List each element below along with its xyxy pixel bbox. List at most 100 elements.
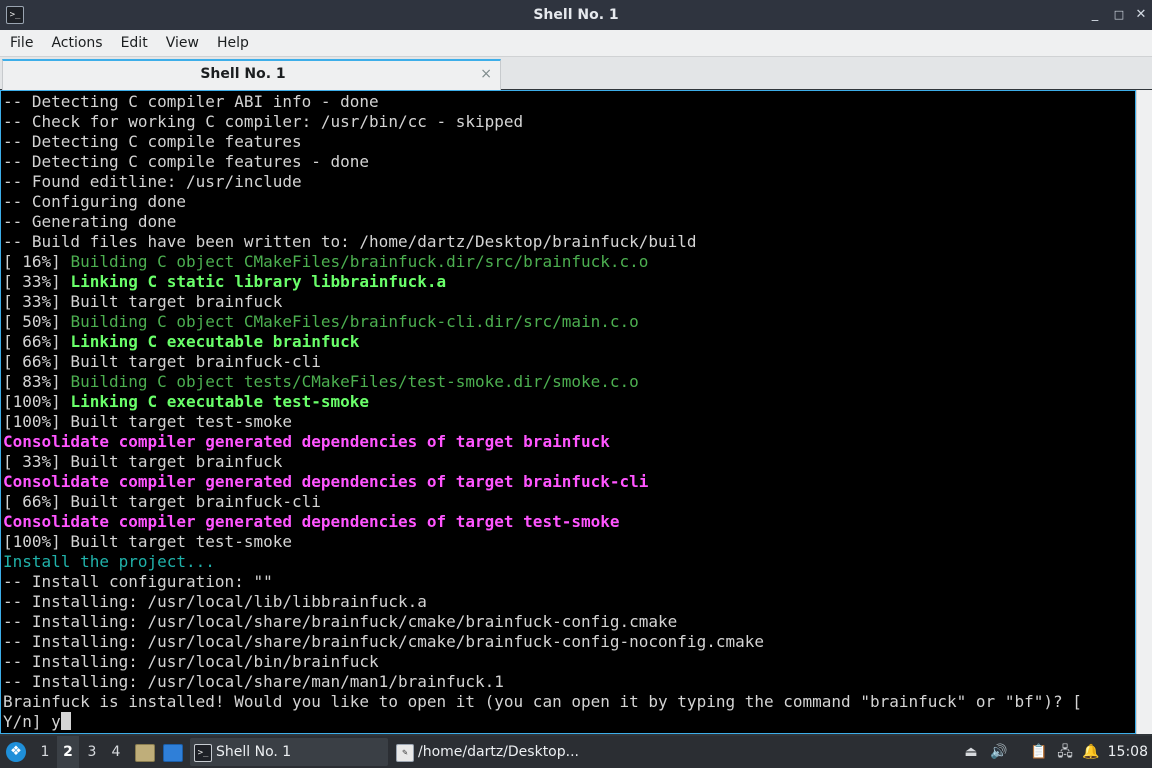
menu-view[interactable]: View [157, 30, 208, 56]
terminal-text: [ 50%] [3, 312, 71, 331]
workspace-4[interactable]: 4 [105, 736, 127, 768]
terminal-text: [ 66%] Built target brainfuck-cli [3, 492, 321, 511]
minimize-button[interactable]: _ [1086, 6, 1104, 24]
terminal-line: -- Detecting C compile features - done [3, 152, 1082, 172]
terminal-line: [ 33%] Built target brainfuck [3, 452, 1082, 472]
terminal-line: [ 66%] Linking C executable brainfuck [3, 332, 1082, 352]
menu-edit[interactable]: Edit [112, 30, 157, 56]
terminal-line: Consolidate compiler generated dependenc… [3, 472, 1082, 492]
terminal-text: -- Build files have been written to: /ho… [3, 232, 697, 251]
volume-icon[interactable]: 🔊 [990, 743, 1008, 761]
terminal-text: [100%] Built target test-smoke [3, 532, 292, 551]
workspace-3[interactable]: 3 [81, 736, 103, 768]
terminal-cursor [60, 712, 71, 730]
menu-bar: File Actions Edit View Help [0, 30, 1152, 57]
terminal-text: Linking C executable test-smoke [70, 392, 370, 411]
terminal-text: -- Installing: /usr/local/lib/libbrainfu… [3, 592, 427, 611]
window-title: Shell No. 1 [533, 7, 619, 23]
terminal-line: Consolidate compiler generated dependenc… [3, 432, 1082, 452]
terminal-text: [100%] Built target test-smoke [3, 412, 292, 431]
close-button[interactable]: ✕ [1132, 6, 1150, 24]
terminal-text: -- Check for working C compiler: /usr/bi… [3, 112, 524, 131]
terminal-text: -- Generating done [3, 212, 177, 231]
terminal-line: -- Build files have been written to: /ho… [3, 232, 1082, 252]
maximize-button[interactable]: □ [1110, 6, 1128, 24]
terminal-icon: >_ [194, 744, 212, 762]
terminal-text: Consolidate compiler generated dependenc… [3, 432, 610, 451]
menu-actions[interactable]: Actions [42, 30, 111, 56]
tab-shell-1[interactable]: Shell No. 1 × [2, 59, 501, 90]
terminal-text: -- Detecting C compile features - done [3, 152, 370, 171]
terminal-line: -- Detecting C compiler ABI info - done [3, 92, 1082, 112]
terminal-text: Y/n] y [3, 712, 61, 731]
terminal-text: -- Install configuration: "" [3, 572, 273, 591]
terminal-text: [ 16%] [3, 252, 71, 271]
workspace-2[interactable]: 2 [57, 736, 79, 768]
terminal-line: Consolidate compiler generated dependenc… [3, 512, 1082, 532]
terminal-text: -- Detecting C compiler ABI info - done [3, 92, 379, 111]
terminal-text: -- Installing: /usr/local/share/man/man1… [3, 672, 504, 691]
terminal-text: Consolidate compiler generated dependenc… [3, 472, 649, 491]
terminal-output[interactable]: -- Detecting C compiler ABI info - done -… [0, 90, 1136, 734]
terminal-line: Install the project... [3, 552, 1082, 572]
start-menu-icon[interactable]: ❖ [6, 742, 26, 762]
terminal-text: -- Configuring done [3, 192, 187, 211]
notifications-icon[interactable]: 🔔 [1082, 743, 1100, 761]
task-text-editor[interactable]: ✎ /home/dartz/Desktop... [392, 738, 590, 766]
terminal-line: -- Found editline: /usr/include [3, 172, 1082, 192]
terminal-line: Brainfuck is installed! Would you like t… [3, 692, 1082, 712]
terminal-line: [ 50%] Building C object CMakeFiles/brai… [3, 312, 1082, 332]
terminal-line: -- Installing: /usr/local/share/brainfuc… [3, 632, 1082, 652]
network-icon[interactable]: 🖧 [1056, 743, 1074, 761]
task-shell-no-1[interactable]: >_ Shell No. 1 [190, 738, 388, 766]
terminal-text: Building C object tests/CMakeFiles/test-… [70, 372, 639, 391]
terminal-line: -- Install configuration: "" [3, 572, 1082, 592]
workspace-1[interactable]: 1 [34, 736, 56, 768]
menu-file[interactable]: File [1, 30, 42, 56]
tab-bar: Shell No. 1 × [0, 57, 1152, 90]
terminal-text: -- Found editline: /usr/include [3, 172, 302, 191]
terminal-line: [100%] Built target test-smoke [3, 532, 1082, 552]
terminal-line: [ 66%] Built target brainfuck-cli [3, 352, 1082, 372]
tab-label: Shell No. 1 [200, 66, 286, 82]
terminal-text: Building C object CMakeFiles/brainfuck.d… [70, 252, 649, 271]
tab-close-icon[interactable]: × [480, 61, 492, 88]
menu-help[interactable]: Help [208, 30, 258, 56]
terminal-line: -- Detecting C compile features [3, 132, 1082, 152]
terminal-line: [ 83%] Building C object tests/CMakeFile… [3, 372, 1082, 392]
terminal-text: Linking C static library libbrainfuck.a [70, 272, 447, 291]
clock[interactable]: 15:08 [1108, 736, 1148, 768]
terminal-text: [ 33%] Built target brainfuck [3, 452, 283, 471]
eject-icon[interactable]: ⏏ [962, 743, 980, 761]
task-label: Shell No. 1 [216, 744, 292, 760]
terminal-text: [100%] [3, 392, 71, 411]
terminal-lines: -- Detecting C compiler ABI info - done -… [3, 92, 1082, 732]
terminal-text: -- Installing: /usr/local/bin/brainfuck [3, 652, 379, 671]
terminal-line: [100%] Linking C executable test-smoke [3, 392, 1082, 412]
terminal-text: Install the project... [3, 552, 215, 571]
terminal-text: [ 33%] [3, 272, 71, 291]
terminal-line: [ 66%] Built target brainfuck-cli [3, 492, 1082, 512]
terminal-line: -- Installing: /usr/local/lib/libbrainfu… [3, 592, 1082, 612]
terminal-scrollbar[interactable] [1136, 90, 1152, 734]
terminal-text: [ 83%] [3, 372, 71, 391]
file-manager-icon[interactable] [135, 744, 155, 762]
terminal-line: [100%] Built target test-smoke [3, 412, 1082, 432]
terminal-text: [ 66%] Built target brainfuck-cli [3, 352, 321, 371]
terminal-text: -- Installing: /usr/local/share/brainfuc… [3, 612, 678, 631]
terminal-text: Linking C executable brainfuck [70, 332, 360, 351]
terminal-line: -- Configuring done [3, 192, 1082, 212]
terminal-text: -- Detecting C compile features [3, 132, 302, 151]
terminal-text: Brainfuck is installed! Would you like t… [3, 692, 1082, 711]
show-desktop-icon[interactable] [163, 744, 183, 762]
clipboard-icon[interactable]: 📋 [1030, 743, 1048, 761]
terminal-text: Building C object CMakeFiles/brainfuck-c… [70, 312, 639, 331]
terminal-text: [ 33%] Built target brainfuck [3, 292, 283, 311]
terminal-line: -- Installing: /usr/local/share/man/man1… [3, 672, 1082, 692]
task-label: /home/dartz/Desktop... [418, 744, 579, 760]
window-titlebar[interactable]: >_ Shell No. 1 _ □ ✕ [0, 0, 1152, 30]
text-editor-icon: ✎ [396, 744, 414, 762]
taskbar: ❖ 1 2 3 4 >_ Shell No. 1 ✎ /home/dartz/D… [0, 736, 1152, 768]
terminal-line: [ 16%] Building C object CMakeFiles/brai… [3, 252, 1082, 272]
terminal-text: -- Installing: /usr/local/share/brainfuc… [3, 632, 764, 651]
